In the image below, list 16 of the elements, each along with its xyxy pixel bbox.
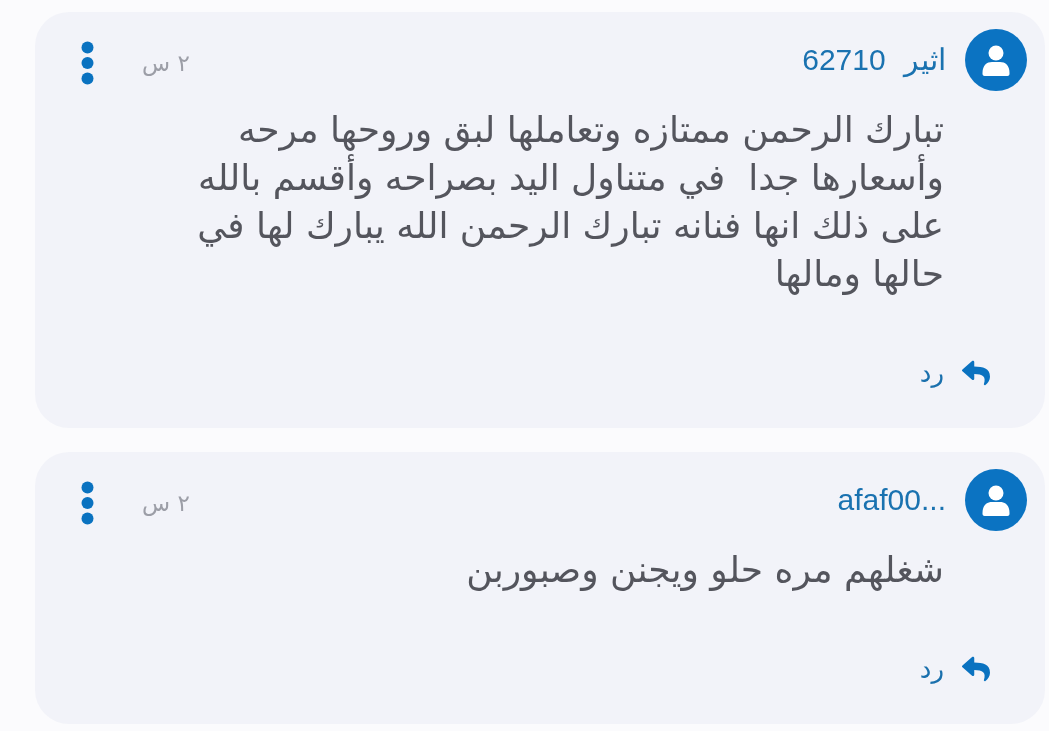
avatar-icon bbox=[965, 29, 1027, 91]
comment-text: تبارك الرحمن ممتازه وتعاملها لبق وروحها مرحه وأسعارها جدا في متناول اليد بصراحه وأقسم بالله على ذلك انها فنانه تبارك الرحمن الله يبارك لها في حالها ومالها bbox=[196, 108, 944, 297]
more-options-icon bbox=[81, 481, 94, 525]
reply-icon bbox=[960, 655, 992, 683]
reply-button[interactable]: رد bbox=[919, 651, 992, 687]
reply-icon bbox=[960, 359, 992, 387]
more-options-button[interactable] bbox=[81, 41, 94, 85]
avatar-icon bbox=[965, 469, 1027, 531]
author-name[interactable]: اثير 62710 bbox=[802, 42, 946, 78]
comment-time: ٢ س bbox=[142, 49, 190, 78]
more-options-button[interactable] bbox=[81, 481, 94, 525]
author-name[interactable]: afaf00... bbox=[837, 482, 946, 518]
reply-button[interactable]: رد bbox=[919, 355, 992, 391]
comment-text: شغلهم مره حلو ويجنن وصبوربن bbox=[465, 548, 944, 593]
more-options-icon bbox=[81, 41, 94, 85]
comment-time: ٢ س bbox=[142, 489, 190, 518]
